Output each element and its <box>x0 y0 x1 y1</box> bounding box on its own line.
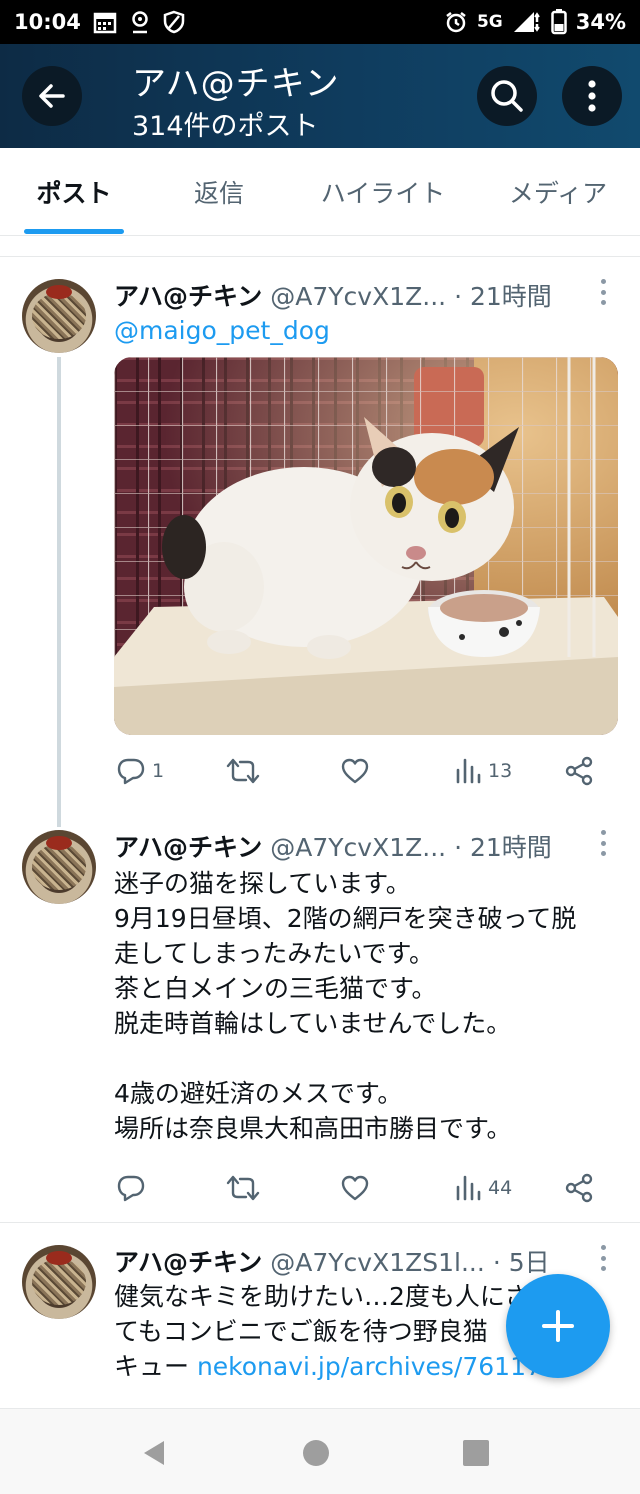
post-more-button[interactable] <box>596 279 610 305</box>
reply-button[interactable]: 1 <box>116 751 164 791</box>
author-name[interactable]: アハ@チキン <box>114 1243 262 1279</box>
nav-home-button[interactable] <box>296 1433 336 1473</box>
post-header: アハ@チキン @A7YcvX1Z... · 21時間 <box>114 828 552 864</box>
repost-button[interactable] <box>226 751 260 791</box>
share-icon <box>565 1173 593 1203</box>
post-count: 314件のポスト <box>132 111 319 142</box>
post-text-line: 茶と白メインの三毛猫です。 <box>114 974 437 1003</box>
calendar-icon <box>93 10 117 34</box>
post-image[interactable] <box>114 357 618 735</box>
tab-posts[interactable]: ポスト <box>0 148 148 236</box>
search-button[interactable] <box>477 66 537 126</box>
post-text: @maigo_pet_dog <box>114 313 624 348</box>
shield-icon <box>163 10 185 34</box>
reply-icon <box>117 1175 145 1202</box>
post-time[interactable]: · 21時間 <box>454 828 552 864</box>
post-text: 迷子の猫を探しています。 9月19日昼頃、2階の網戸を突き破って脱 走してしまっ… <box>114 866 624 1146</box>
tab-label: ポスト <box>36 179 112 208</box>
heart-icon <box>341 1175 369 1201</box>
view-count: 13 <box>488 760 513 782</box>
views-button[interactable]: 44 <box>454 1168 512 1208</box>
reply-icon <box>117 758 145 785</box>
post-time[interactable]: · 21時間 <box>454 277 552 313</box>
analytics-icon <box>456 758 481 784</box>
post[interactable]: アハ@チキン @A7YcvX1Z... · 21時間 迷子の猫を探しています。 … <box>0 808 640 1222</box>
post-time[interactable]: · 5日 <box>493 1243 550 1279</box>
back-triangle-icon <box>144 1441 164 1465</box>
post-header: アハ@チキン @A7YcvX1Z... · 21時間 <box>114 277 552 313</box>
header-title: アハ@チキン <box>132 64 340 104</box>
repost-icon <box>226 758 260 784</box>
more-vertical-icon <box>588 80 596 112</box>
tab-highlights[interactable]: ハイライト <box>290 148 476 236</box>
tab-media[interactable]: メディア <box>476 148 640 236</box>
post-actions: 1 13 <box>114 751 614 791</box>
home-circle-icon <box>303 1440 329 1466</box>
thread-line <box>57 357 61 827</box>
compose-post-button[interactable] <box>506 1274 610 1378</box>
status-time: 10:04 <box>14 10 81 34</box>
plus-icon <box>542 1310 574 1342</box>
view-count: 44 <box>488 1177 513 1199</box>
author-name[interactable]: アハ@チキン <box>114 828 262 864</box>
tab-label: ハイライト <box>320 179 446 208</box>
battery-icon <box>550 9 567 35</box>
nav-back-button[interactable] <box>134 1433 174 1473</box>
avatar[interactable] <box>22 279 96 353</box>
post-more-button[interactable] <box>596 830 610 856</box>
analytics-icon <box>456 1175 481 1201</box>
back-button[interactable] <box>22 66 82 126</box>
more-options-button[interactable] <box>562 66 622 126</box>
recents-square-icon <box>463 1440 489 1466</box>
like-button[interactable] <box>340 1168 370 1208</box>
mention-link[interactable]: @maigo_pet_dog <box>114 313 624 348</box>
repost-button[interactable] <box>226 1168 260 1208</box>
post-text-line: 迷子の猫を探しています。 <box>114 869 411 898</box>
like-button[interactable] <box>340 751 370 791</box>
alarm-icon <box>444 10 468 34</box>
system-nav-bar <box>0 1408 640 1494</box>
post[interactable]: アハ@チキン @A7YcvX1Z... · 21時間 @maigo_pet_do… <box>0 257 640 827</box>
search-icon <box>491 80 523 112</box>
cat-photo <box>114 357 618 735</box>
share-button[interactable] <box>564 1168 594 1208</box>
profile-header: アハ@チキン 314件のポスト <box>0 44 640 148</box>
repost-icon <box>226 1175 260 1201</box>
post-text-fragment: キュー <box>114 1352 197 1381</box>
reply-count: 1 <box>152 760 165 782</box>
heart-icon <box>341 758 369 784</box>
arrow-left-icon <box>39 84 65 108</box>
avatar[interactable] <box>22 1245 96 1319</box>
tab-label: メディア <box>508 179 608 208</box>
battery-percent: 34% <box>575 10 626 34</box>
author-handle: @A7YcvX1ZS1l... <box>270 1248 485 1277</box>
external-link[interactable]: nekonavi.jp/archives/76117 <box>197 1352 542 1381</box>
author-handle: @A7YcvX1Z... <box>270 833 447 862</box>
location-icon <box>129 10 151 34</box>
post-header: アハ@チキン @A7YcvX1ZS1l... · 5日 <box>114 1243 550 1279</box>
post-more-button[interactable] <box>596 1245 610 1271</box>
reply-button[interactable] <box>116 1168 152 1208</box>
post-text-line: 4歳の避妊済のメスです。 <box>114 1079 403 1108</box>
author-name[interactable]: アハ@チキン <box>114 277 262 313</box>
signal-icon <box>512 10 542 34</box>
share-icon <box>565 756 593 786</box>
profile-tabs: ポスト 返信 ハイライト メディア <box>0 148 640 236</box>
network-type: 5G <box>476 12 503 32</box>
tab-replies[interactable]: 返信 <box>148 148 290 236</box>
active-tab-indicator <box>24 229 124 234</box>
post-text-line: 脱走時首輪はしていませんでした。 <box>114 1009 512 1038</box>
post-text-line: 場所は奈良県大和高田市勝目です。 <box>114 1114 512 1143</box>
share-button[interactable] <box>564 751 594 791</box>
tab-label: 返信 <box>193 179 244 208</box>
views-button[interactable]: 13 <box>454 751 512 791</box>
post-actions: 44 <box>114 1168 614 1208</box>
post-text-line <box>114 1041 624 1076</box>
status-bar: 10:04 5G 34% <box>0 0 640 44</box>
author-handle: @A7YcvX1Z... <box>270 282 447 311</box>
post-text-line: 9月19日昼頃、2階の網戸を突き破って脱 <box>114 904 577 933</box>
avatar[interactable] <box>22 830 96 904</box>
nav-recents-button[interactable] <box>456 1433 496 1473</box>
post-text-line: 走してしまったみたいです。 <box>114 939 435 968</box>
